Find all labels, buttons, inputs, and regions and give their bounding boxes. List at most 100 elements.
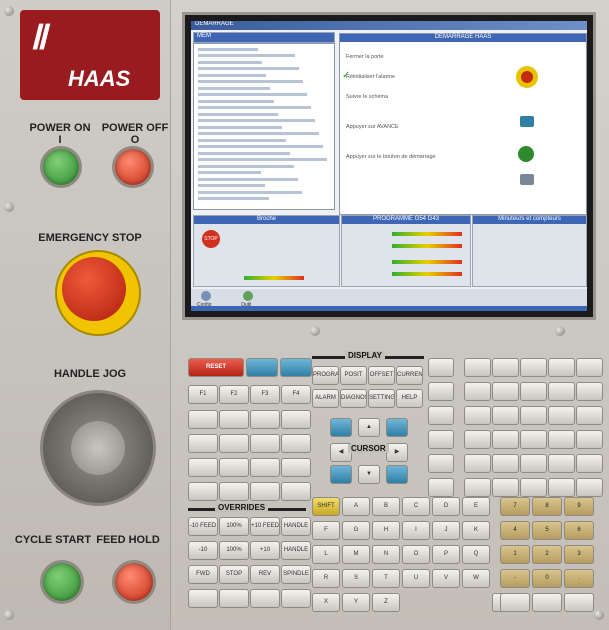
- override-key[interactable]: [219, 589, 249, 608]
- alpha-key-h[interactable]: H: [372, 521, 400, 540]
- edit-key[interactable]: [464, 478, 491, 497]
- edit-key[interactable]: [520, 478, 547, 497]
- power-off-button[interactable]: [112, 146, 154, 188]
- numeric-key[interactable]: 2: [532, 545, 562, 564]
- alpha-key-d[interactable]: D: [432, 497, 460, 516]
- edit-key[interactable]: [576, 478, 603, 497]
- override-key[interactable]: 100% SPINDLE: [219, 541, 249, 560]
- edit-key[interactable]: [520, 382, 547, 401]
- edit-key[interactable]: [520, 454, 547, 473]
- misc-key[interactable]: [188, 434, 218, 453]
- numeric-key[interactable]: 6: [564, 521, 594, 540]
- edit-key[interactable]: [548, 454, 575, 473]
- program-tab[interactable]: MEM: [193, 32, 335, 43]
- alpha-key-x[interactable]: X: [312, 593, 340, 612]
- cursor-up-key[interactable]: ▲: [358, 418, 380, 437]
- misc-key[interactable]: [250, 410, 280, 429]
- display-key[interactable]: SETTING: [368, 389, 395, 408]
- display-key[interactable]: POSIT: [340, 366, 367, 385]
- function-key-f3[interactable]: F3: [250, 385, 280, 404]
- edit-key[interactable]: [548, 406, 575, 425]
- alpha-key-g[interactable]: G: [342, 521, 370, 540]
- misc-key[interactable]: [188, 458, 218, 477]
- override-key[interactable]: STOP: [219, 565, 249, 584]
- function-key-f2[interactable]: F2: [219, 385, 249, 404]
- feed-hold-button[interactable]: [112, 560, 156, 604]
- edit-key[interactable]: [492, 478, 519, 497]
- alpha-key-f[interactable]: F: [312, 521, 340, 540]
- display-key[interactable]: CURRENT COMMANDS: [396, 366, 423, 385]
- alpha-key-l[interactable]: L: [312, 545, 340, 564]
- alpha-key-q[interactable]: Q: [462, 545, 490, 564]
- edit-key[interactable]: [492, 430, 519, 449]
- numeric-key[interactable]: 9: [564, 497, 594, 516]
- cycle-start-button[interactable]: [40, 560, 84, 604]
- override-key[interactable]: 100% FEED RATE: [219, 517, 249, 536]
- numeric-key[interactable]: -: [500, 569, 530, 588]
- jog-key[interactable]: [250, 482, 280, 501]
- override-key[interactable]: FWD: [188, 565, 218, 584]
- mode-key[interactable]: [428, 478, 454, 497]
- alpha-key-b[interactable]: B: [372, 497, 400, 516]
- numeric-key[interactable]: 7: [500, 497, 530, 516]
- override-key[interactable]: +10 FEED RATE: [250, 517, 280, 536]
- override-key[interactable]: -10 SPINDLE: [188, 541, 218, 560]
- cancel-key[interactable]: [500, 593, 530, 612]
- alpha-key-m[interactable]: M: [342, 545, 370, 564]
- edit-key[interactable]: [492, 406, 519, 425]
- jog-key[interactable]: [219, 458, 249, 477]
- alpha-key-n[interactable]: N: [372, 545, 400, 564]
- edit-key[interactable]: [464, 358, 491, 377]
- override-key[interactable]: REV: [250, 565, 280, 584]
- enter-key[interactable]: [564, 593, 594, 612]
- misc-key[interactable]: [219, 410, 249, 429]
- override-key[interactable]: SPINDLE: [281, 565, 311, 584]
- alpha-key-r[interactable]: R: [312, 569, 340, 588]
- power-up-button[interactable]: [246, 358, 278, 377]
- override-key[interactable]: [281, 589, 311, 608]
- edit-key[interactable]: [464, 430, 491, 449]
- function-key-f1[interactable]: F1: [188, 385, 218, 404]
- alpha-key-v[interactable]: V: [432, 569, 460, 588]
- jog-key[interactable]: [219, 482, 249, 501]
- handle-jog-wheel[interactable]: [40, 390, 156, 506]
- config-icon[interactable]: [201, 291, 211, 301]
- page-up-key[interactable]: [386, 418, 408, 437]
- edit-key[interactable]: [548, 358, 575, 377]
- recover-button[interactable]: [280, 358, 312, 377]
- display-key[interactable]: HELP: [396, 389, 423, 408]
- edit-key[interactable]: [576, 406, 603, 425]
- numeric-key[interactable]: 8: [532, 497, 562, 516]
- alpha-key-j[interactable]: J: [432, 521, 460, 540]
- edit-key[interactable]: [520, 406, 547, 425]
- edit-key[interactable]: [576, 358, 603, 377]
- display-key[interactable]: ALARM: [312, 389, 339, 408]
- alpha-key-p[interactable]: P: [432, 545, 460, 564]
- alpha-key-w[interactable]: W: [462, 569, 490, 588]
- numeric-key[interactable]: 4: [500, 521, 530, 540]
- edit-key[interactable]: [464, 382, 491, 401]
- alpha-key-e[interactable]: E: [462, 497, 490, 516]
- override-key[interactable]: [188, 589, 218, 608]
- override-key[interactable]: HANDLE SPINDLE: [281, 541, 311, 560]
- mode-key[interactable]: [428, 382, 454, 401]
- alpha-key-z[interactable]: Z: [372, 593, 400, 612]
- alpha-key-y[interactable]: Y: [342, 593, 370, 612]
- jog-key[interactable]: [250, 434, 280, 453]
- alpha-key-o[interactable]: O: [402, 545, 430, 564]
- edit-key[interactable]: [548, 382, 575, 401]
- alpha-key-a[interactable]: A: [342, 497, 370, 516]
- edit-key[interactable]: [464, 454, 491, 473]
- alpha-key-u[interactable]: U: [402, 569, 430, 588]
- display-key[interactable]: OFFSET: [368, 366, 395, 385]
- display-key[interactable]: DIAGNOSTIC: [340, 389, 367, 408]
- numeric-key[interactable]: 3: [564, 545, 594, 564]
- numeric-key[interactable]: 5: [532, 521, 562, 540]
- page-down-key[interactable]: [386, 465, 408, 484]
- edit-key[interactable]: [520, 358, 547, 377]
- numeric-key[interactable]: 1: [500, 545, 530, 564]
- override-key[interactable]: +10 SPINDLE: [250, 541, 280, 560]
- misc-key[interactable]: [188, 410, 218, 429]
- edit-key[interactable]: [492, 358, 519, 377]
- alpha-key-t[interactable]: T: [372, 569, 400, 588]
